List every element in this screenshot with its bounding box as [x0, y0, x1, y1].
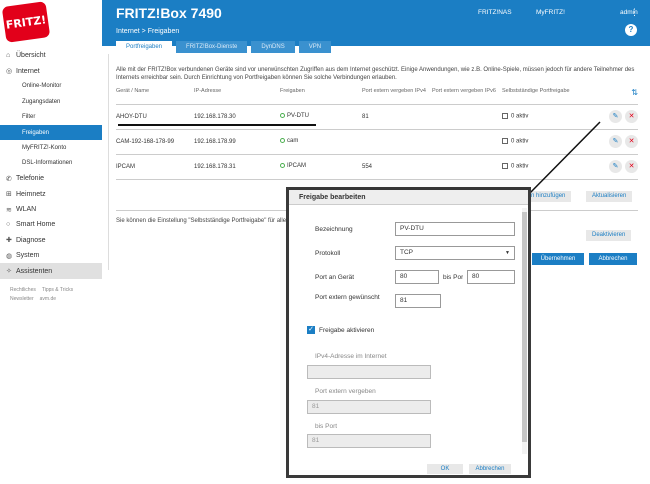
dialog-title: Freigabe bearbeiten — [289, 190, 528, 205]
dialog-cancel-button[interactable]: Abbrechen — [469, 464, 511, 474]
to-port-label: bis Port — [315, 423, 338, 430]
scrollbar-thumb[interactable] — [522, 212, 527, 442]
port-from-input[interactable]: 80 — [395, 270, 439, 284]
port-label: Port an Gerät — [315, 274, 355, 281]
external-port-input[interactable]: 81 — [395, 294, 441, 308]
protocol-value: TCP — [400, 249, 413, 256]
protocol-select[interactable]: TCP ▼ — [395, 246, 515, 260]
external-assigned-label: Port extern vergeben — [315, 388, 376, 395]
name-input[interactable]: PV-DTU — [395, 222, 515, 236]
edit-share-dialog: Freigabe bearbeiten Bezeichnung PV-DTU P… — [286, 187, 531, 478]
protocol-label: Protokoll — [315, 250, 341, 257]
ipv4-label: IPv4-Adresse im Internet — [315, 353, 387, 360]
port-to-label: bis Port — [443, 274, 463, 281]
chevron-down-icon: ▼ — [505, 250, 510, 256]
to-port-input: 81 — [307, 434, 431, 448]
name-label: Bezeichnung — [315, 226, 353, 233]
enable-label: Freigabe aktivieren — [319, 327, 375, 334]
enable-checkbox[interactable]: ✓ — [307, 326, 315, 334]
external-assigned-input: 81 — [307, 400, 431, 414]
external-port-label: Port extern gewünscht — [315, 294, 380, 301]
dialog-scrollbar[interactable] — [522, 208, 527, 454]
ipv4-input — [307, 365, 431, 379]
port-to-input[interactable]: 80 — [467, 270, 515, 284]
ok-button[interactable]: OK — [427, 464, 463, 474]
